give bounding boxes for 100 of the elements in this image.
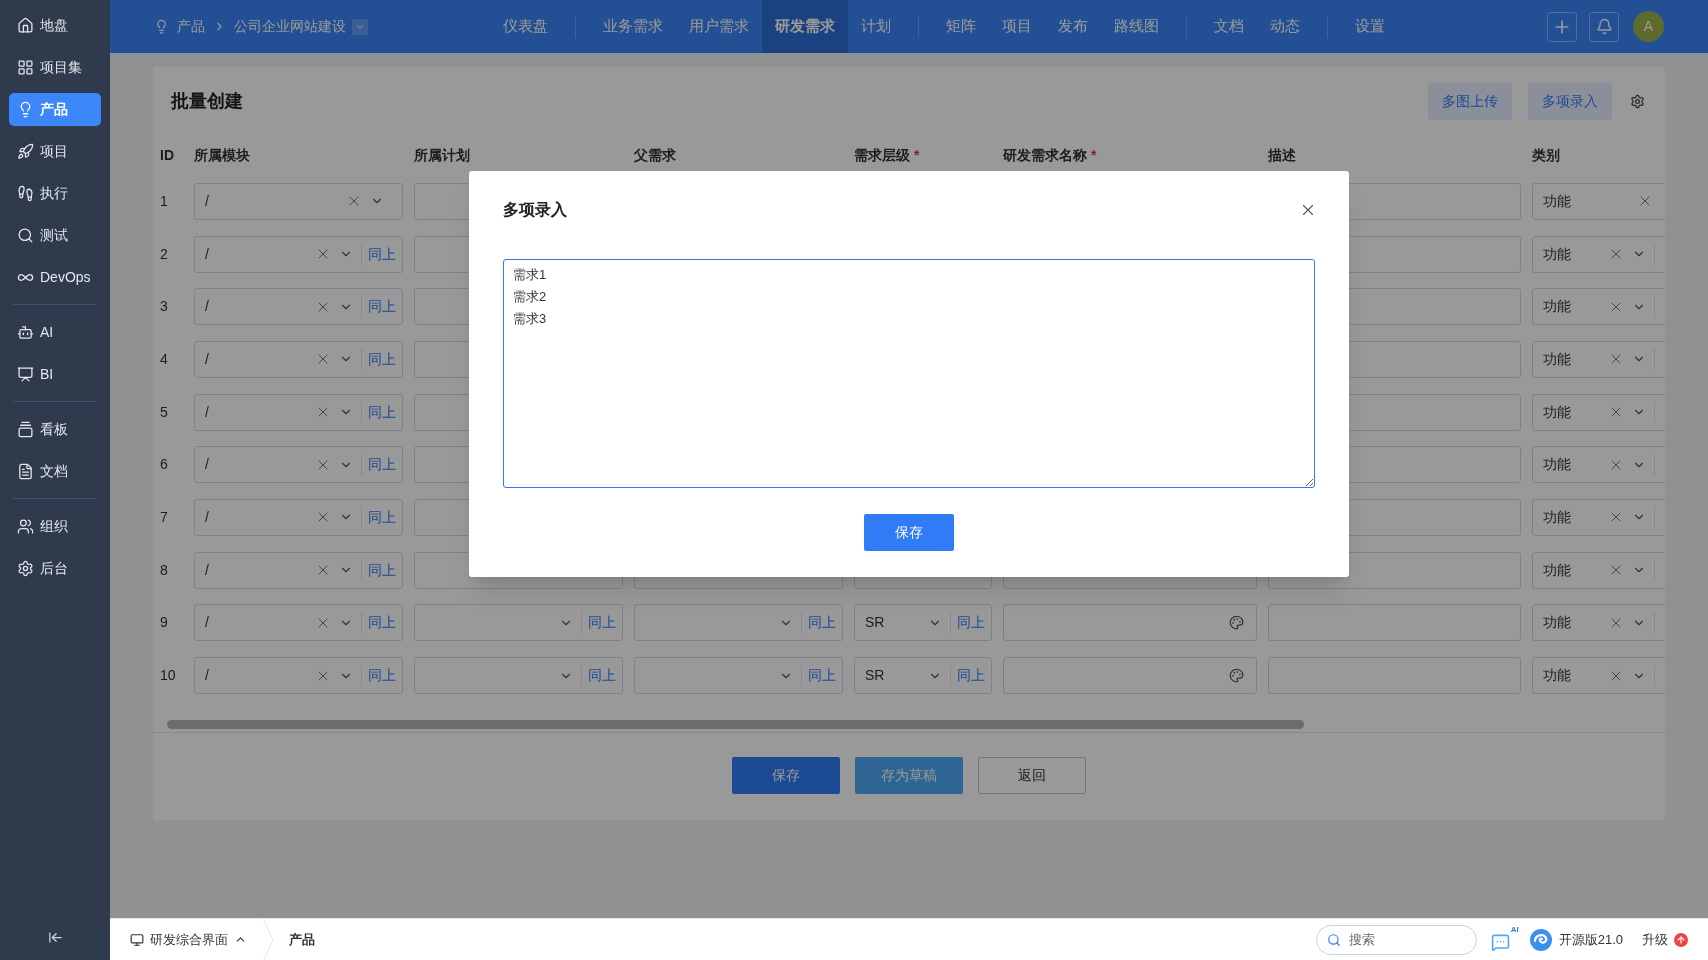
action-button[interactable]: 多项录入 [1528,82,1612,120]
select-field[interactable]: / [194,182,403,220]
same-as-above-link[interactable]: 同上 [362,296,402,318]
same-as-above-link[interactable]: 同上 [802,612,842,634]
notification-button[interactable] [1589,11,1619,42]
select-field[interactable]: 功能 [1532,393,1665,431]
sidebar-item[interactable]: 地盘 [9,8,101,42]
text-field[interactable] [1003,604,1257,642]
palette-icon[interactable] [1229,668,1244,684]
select-field[interactable]: / 同上 [194,393,403,431]
nav-tab[interactable]: 研发需求 [762,0,848,53]
select-field[interactable]: 同上 [634,657,843,695]
presentation-chart-icon [17,365,34,383]
same-as-above-link[interactable]: 同上 [582,612,622,634]
nav-tab[interactable]: 动态 [1257,0,1313,53]
sidebar-item[interactable]: 产品 [9,92,101,126]
same-as-above-link[interactable]: 同上 [582,665,622,687]
select-field[interactable]: / 同上 [194,235,403,273]
select-field[interactable]: 功能 [1532,604,1665,642]
row-id: 1 [160,191,169,211]
column-header: ID [160,145,175,165]
settings-icon[interactable] [1630,93,1645,109]
form-button[interactable]: 存为草稿 [855,756,963,794]
nav-tab[interactable]: 路线图 [1101,0,1172,53]
same-as-above-link[interactable]: 同上 [362,506,402,528]
column-header: 类别 [1532,145,1561,165]
select-field[interactable]: / 同上 [194,657,403,695]
same-as-above-link[interactable]: 同上 [362,348,402,370]
row-id: 9 [160,613,169,633]
sidebar-item[interactable]: DevOps [9,260,101,294]
select-field[interactable]: SR 同上 [854,657,992,695]
upgrade-link[interactable]: 升级 [1642,929,1688,950]
nav-tab[interactable]: 发布 [1045,0,1101,53]
same-as-above-link[interactable]: 同上 [362,454,402,476]
palette-icon[interactable] [1229,615,1244,631]
add-button[interactable] [1547,11,1577,42]
column-header: 父需求 [634,145,677,165]
select-field[interactable]: 同上 [414,604,623,642]
select-field[interactable]: SR 同上 [854,604,992,642]
sidebar-item[interactable]: 执行 [9,176,101,210]
same-as-above-link[interactable]: 同上 [362,665,402,687]
sidebar-item[interactable]: BI [9,357,101,391]
select-field[interactable]: 功能 [1532,288,1665,326]
form-button[interactable]: 返回 [978,756,1086,794]
sidebar-item[interactable]: 项目 [9,134,101,168]
nav-tab[interactable]: 业务需求 [590,0,676,53]
same-as-above-link[interactable]: 同上 [951,665,991,687]
sidebar-item[interactable]: AI [9,315,101,349]
save-button[interactable]: 保存 [864,514,954,551]
same-as-above-link[interactable]: 同上 [362,401,402,423]
text-field[interactable] [1268,657,1521,695]
action-button[interactable]: 多图上传 [1428,82,1512,120]
column-header: 所属计划 [414,145,471,165]
rocket-icon [17,142,34,160]
sidebar-item[interactable]: 项目集 [9,50,101,84]
nav-tab[interactable]: 计划 [848,0,904,53]
row-id: 4 [160,349,169,369]
nav-tab[interactable]: 项目 [989,0,1045,53]
select-field[interactable]: 功能 [1532,182,1665,220]
workspace-switcher[interactable]: 研发综合界面 [110,919,257,960]
same-as-above-link[interactable]: 同上 [362,612,402,634]
nav-tab[interactable]: 设置 [1342,0,1398,53]
select-field[interactable]: 功能 [1532,657,1665,695]
select-field[interactable]: 功能 [1532,446,1665,484]
text-field[interactable] [1268,604,1521,642]
select-value: / [205,560,210,580]
select-field[interactable]: / 同上 [194,340,403,378]
select-field[interactable]: / 同上 [194,288,403,326]
nav-tab[interactable]: 文档 [1201,0,1257,53]
select-field[interactable]: / 同上 [194,551,403,589]
modal-title: 多项录入 [503,200,567,220]
select-field[interactable]: 同上 [634,604,843,642]
select-field[interactable]: / 同上 [194,498,403,536]
horizontal-scrollbar[interactable] [167,719,1304,729]
select-field[interactable]: 功能 [1532,340,1665,378]
same-as-above-link[interactable]: 同上 [362,243,402,265]
form-button[interactable]: 保存 [732,756,840,794]
select-field[interactable]: 同上 [414,657,623,695]
nav-tab[interactable]: 仪表盘 [490,0,561,53]
breadcrumb-link[interactable]: 产品 [177,16,205,37]
select-field[interactable]: 功能 [1532,235,1665,273]
breadcrumb-project[interactable]: 公司企业网站建设 [234,16,346,37]
text-field[interactable] [1003,657,1257,695]
same-as-above-link[interactable]: 同上 [802,665,842,687]
sidebar-item[interactable]: 文档 [9,454,101,488]
same-as-above-link[interactable]: 同上 [951,612,991,634]
select-value: / [205,455,210,475]
sidebar-item[interactable]: 后台 [9,551,101,585]
select-field[interactable]: 功能 [1532,551,1665,589]
sidebar-item[interactable]: 测试 [9,218,101,252]
same-as-above-link[interactable]: 同上 [362,559,402,581]
select-field[interactable]: / 同上 [194,446,403,484]
sidebar-item[interactable]: 看板 [9,412,101,446]
select-field[interactable]: / 同上 [194,604,403,642]
home-icon [17,16,34,34]
nav-tab[interactable]: 用户需求 [676,0,762,53]
nav-tab[interactable]: 矩阵 [933,0,989,53]
select-field[interactable]: 功能 [1532,498,1665,536]
sidebar-item[interactable]: 组织 [9,509,101,543]
text-area[interactable]: 需求1 需求2 需求3 [503,259,1315,488]
